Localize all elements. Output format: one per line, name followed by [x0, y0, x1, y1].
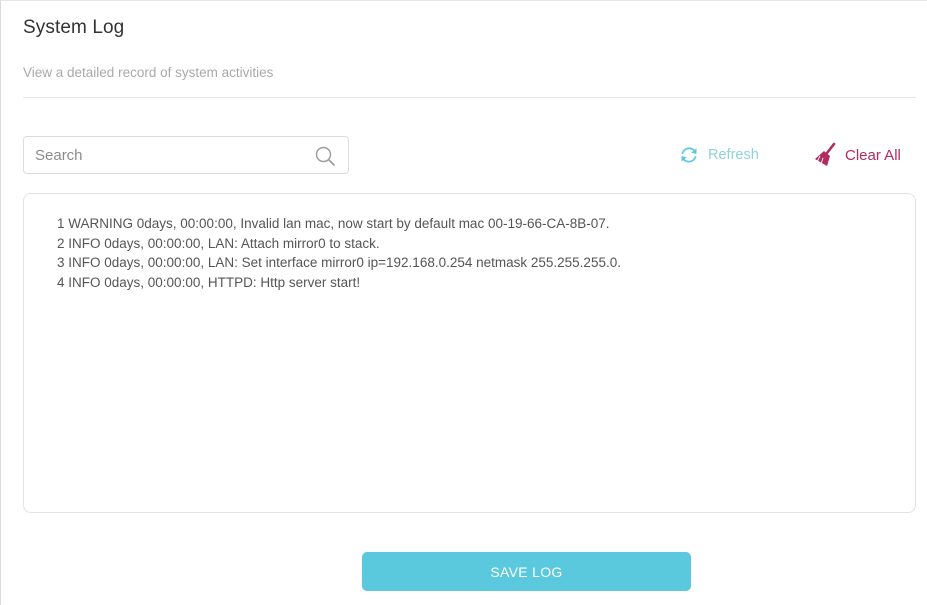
log-line: 4 INFO 0days, 00:00:00, HTTPD: Http serv… [57, 274, 361, 290]
broom-icon [815, 142, 836, 166]
refresh-button[interactable]: Refresh [678, 144, 759, 166]
page-title: System Log [23, 17, 125, 38]
page-subtitle: View a detailed record of system activit… [23, 65, 274, 80]
refresh-icon [681, 147, 697, 163]
search-box[interactable] [23, 136, 349, 174]
clear-all-button[interactable]: Clear All [814, 142, 901, 168]
log-line: 1 WARNING 0days, 00:00:00, Invalid lan m… [57, 216, 610, 231]
log-output[interactable]: 1 WARNING 0days, 00:00:00, Invalid lan m… [23, 193, 916, 513]
search-input[interactable] [24, 137, 315, 173]
log-line: 3 INFO 0days, 00:00:00, LAN: Set interfa… [57, 255, 621, 270]
save-log-button[interactable]: SAVE LOG [362, 552, 691, 591]
search-icon[interactable] [314, 145, 336, 167]
system-log-panel: System Log View a detailed record of sys… [0, 0, 927, 605]
log-line: 2 INFO 0days, 00:00:00, LAN: Attach mirr… [57, 235, 380, 251]
refresh-label: Refresh [708, 147, 759, 163]
header-divider [23, 97, 916, 98]
clear-all-label: Clear All [845, 146, 901, 164]
